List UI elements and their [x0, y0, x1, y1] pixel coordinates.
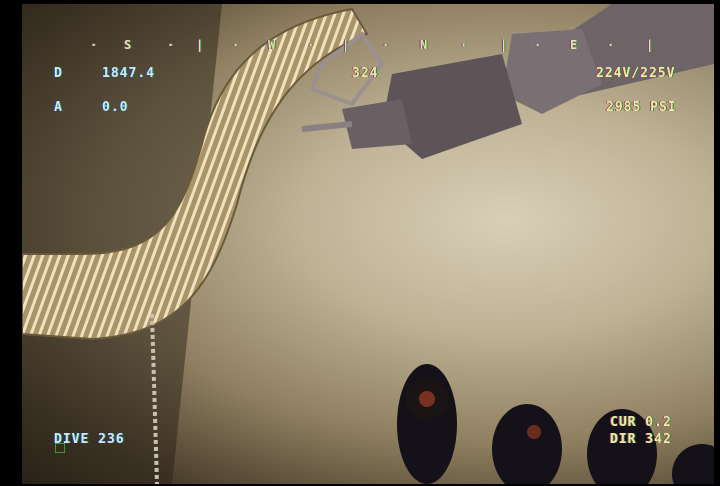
current-value: CUR 0.2 [610, 415, 672, 430]
heading-value: 324 [352, 66, 379, 81]
depth-value: 1847.4 [102, 66, 155, 81]
compass-south: S [124, 38, 132, 52]
voltage-value: 224V/225V [596, 66, 676, 81]
direction-value: DIR 342 [610, 432, 672, 447]
altitude-value: 0.0 [102, 100, 129, 115]
compass-north: N [420, 38, 428, 52]
pressure-value: 2985 PSI [606, 100, 677, 115]
depth-label: D [54, 66, 63, 81]
altitude-label: A [54, 100, 63, 115]
compass-east: E [570, 38, 578, 52]
status-box-icon [55, 443, 65, 453]
compass-west: W [268, 38, 276, 52]
